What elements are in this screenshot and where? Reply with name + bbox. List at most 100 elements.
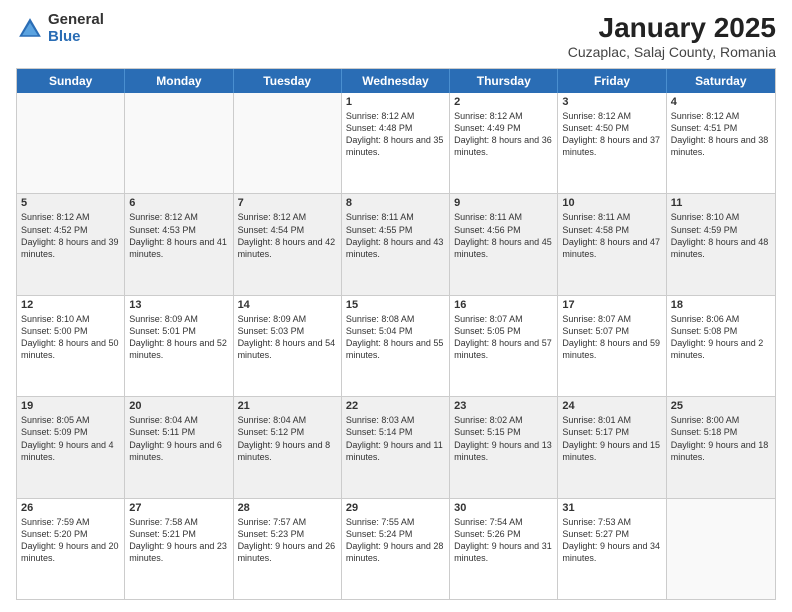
- cell-info: Sunrise: 8:11 AM Sunset: 4:55 PM Dayligh…: [346, 211, 445, 260]
- cell-info: Sunrise: 7:55 AM Sunset: 5:24 PM Dayligh…: [346, 516, 445, 565]
- calendar-week-4: 19 Sunrise: 8:05 AM Sunset: 5:09 PM Dayli…: [17, 397, 775, 498]
- cell-info: Sunrise: 7:57 AM Sunset: 5:23 PM Dayligh…: [238, 516, 337, 565]
- cell-info: Sunrise: 8:05 AM Sunset: 5:09 PM Dayligh…: [21, 414, 120, 463]
- calendar-cell: 13 Sunrise: 8:09 AM Sunset: 5:01 PM Dayli…: [125, 296, 233, 396]
- calendar-header-sunday: Sunday: [17, 69, 125, 93]
- calendar-header-tuesday: Tuesday: [234, 69, 342, 93]
- cell-info: Sunrise: 7:54 AM Sunset: 5:26 PM Dayligh…: [454, 516, 553, 565]
- day-number: 8: [346, 197, 445, 209]
- day-number: 16: [454, 299, 553, 311]
- day-number: 5: [21, 197, 120, 209]
- day-number: 22: [346, 400, 445, 412]
- day-number: 3: [562, 96, 661, 108]
- day-number: 12: [21, 299, 120, 311]
- cell-info: Sunrise: 8:12 AM Sunset: 4:52 PM Dayligh…: [21, 211, 120, 260]
- calendar-header: SundayMondayTuesdayWednesdayThursdayFrid…: [17, 69, 775, 93]
- calendar-cell: 21Sunrise: 8:04 AM Sunset: 5:12 PM Dayli…: [234, 397, 342, 497]
- cell-info: Sunrise: 8:12 AM Sunset: 4:48 PM Dayligh…: [346, 110, 445, 159]
- logo-blue-text: Blue: [48, 29, 104, 46]
- calendar-cell: 20 Sunrise: 8:04 AM Sunset: 5:11 PM Dayli…: [125, 397, 233, 497]
- cell-info: Sunrise: 8:07 AM Sunset: 5:07 PM Dayligh…: [562, 313, 661, 362]
- day-number: 14: [238, 299, 337, 311]
- day-number: 4: [671, 96, 771, 108]
- day-number: 21: [238, 400, 337, 412]
- day-number: 23: [454, 400, 553, 412]
- cell-info: Sunrise: 8:12 AM Sunset: 4:50 PM Dayligh…: [562, 110, 661, 159]
- calendar-cell: 10 Sunrise: 8:11 AM Sunset: 4:58 PM Dayli…: [558, 194, 666, 294]
- calendar-cell: 19 Sunrise: 8:05 AM Sunset: 5:09 PM Dayli…: [17, 397, 125, 497]
- header: General Blue January 2025 Cuzaplac, Sala…: [16, 12, 776, 60]
- calendar-cell: 29 Sunrise: 7:55 AM Sunset: 5:24 PM Dayli…: [342, 499, 450, 599]
- cell-info: Sunrise: 8:10 AM Sunset: 5:00 PM Dayligh…: [21, 313, 120, 362]
- calendar-week-2: 5 Sunrise: 8:12 AM Sunset: 4:52 PM Daylig…: [17, 194, 775, 295]
- cell-info: Sunrise: 8:09 AM Sunset: 5:03 PM Dayligh…: [238, 313, 337, 362]
- day-number: 25: [671, 400, 771, 412]
- day-number: 10: [562, 197, 661, 209]
- day-number: 18: [671, 299, 771, 311]
- day-number: 17: [562, 299, 661, 311]
- calendar-cell: 24 Sunrise: 8:01 AM Sunset: 5:17 PM Dayli…: [558, 397, 666, 497]
- calendar-cell: 23 Sunrise: 8:02 AM Sunset: 5:15 PM Dayli…: [450, 397, 558, 497]
- calendar-cell: 31 Sunrise: 7:53 AM Sunset: 5:27 PM Dayli…: [558, 499, 666, 599]
- day-number: 6: [129, 197, 228, 209]
- calendar-cell: [125, 93, 233, 193]
- day-number: 1: [346, 96, 445, 108]
- cell-info: Sunrise: 7:59 AM Sunset: 5:20 PM Dayligh…: [21, 516, 120, 565]
- day-number: 24: [562, 400, 661, 412]
- calendar-cell: 30 Sunrise: 7:54 AM Sunset: 5:26 PM Dayli…: [450, 499, 558, 599]
- calendar-cell: 26 Sunrise: 7:59 AM Sunset: 5:20 PM Dayli…: [17, 499, 125, 599]
- day-number: 26: [21, 502, 120, 514]
- page-title: January 2025: [568, 12, 776, 44]
- cell-info: Sunrise: 8:02 AM Sunset: 5:15 PM Dayligh…: [454, 414, 553, 463]
- cell-info: Sunrise: 7:58 AM Sunset: 5:21 PM Dayligh…: [129, 516, 228, 565]
- cell-info: Sunrise: 8:07 AM Sunset: 5:05 PM Dayligh…: [454, 313, 553, 362]
- day-number: 11: [671, 197, 771, 209]
- calendar-header-wednesday: Wednesday: [342, 69, 450, 93]
- day-number: 31: [562, 502, 661, 514]
- calendar-week-3: 12 Sunrise: 8:10 AM Sunset: 5:00 PM Dayli…: [17, 296, 775, 397]
- day-number: 20: [129, 400, 228, 412]
- calendar-cell: 11 Sunrise: 8:10 AM Sunset: 4:59 PM Dayli…: [667, 194, 775, 294]
- calendar-cell: 9 Sunrise: 8:11 AM Sunset: 4:56 PM Daylig…: [450, 194, 558, 294]
- calendar-cell: 18 Sunrise: 8:06 AM Sunset: 5:08 PM Dayli…: [667, 296, 775, 396]
- day-number: 9: [454, 197, 553, 209]
- cell-info: Sunrise: 8:04 AM Sunset: 5:11 PM Dayligh…: [129, 414, 228, 463]
- cell-info: Sunrise: 8:00 AM Sunset: 5:18 PM Dayligh…: [671, 414, 771, 463]
- calendar-header-friday: Friday: [558, 69, 666, 93]
- cell-info: Sunrise: 8:08 AM Sunset: 5:04 PM Dayligh…: [346, 313, 445, 362]
- calendar-cell: 6Sunrise: 8:12 AM Sunset: 4:53 PM Daylig…: [125, 194, 233, 294]
- calendar-cell: 16 Sunrise: 8:07 AM Sunset: 5:05 PM Dayli…: [450, 296, 558, 396]
- calendar-cell: 1 Sunrise: 8:12 AM Sunset: 4:48 PM Daylig…: [342, 93, 450, 193]
- calendar-cell: [234, 93, 342, 193]
- cell-info: Sunrise: 7:53 AM Sunset: 5:27 PM Dayligh…: [562, 516, 661, 565]
- calendar-cell: 2Sunrise: 8:12 AM Sunset: 4:49 PM Daylig…: [450, 93, 558, 193]
- day-number: 29: [346, 502, 445, 514]
- cell-info: Sunrise: 8:11 AM Sunset: 4:56 PM Dayligh…: [454, 211, 553, 260]
- cell-info: Sunrise: 8:09 AM Sunset: 5:01 PM Dayligh…: [129, 313, 228, 362]
- calendar-cell: 12 Sunrise: 8:10 AM Sunset: 5:00 PM Dayli…: [17, 296, 125, 396]
- cell-info: Sunrise: 8:06 AM Sunset: 5:08 PM Dayligh…: [671, 313, 771, 362]
- cell-info: Sunrise: 8:01 AM Sunset: 5:17 PM Dayligh…: [562, 414, 661, 463]
- page: General Blue January 2025 Cuzaplac, Sala…: [0, 0, 792, 612]
- calendar-cell: 8 Sunrise: 8:11 AM Sunset: 4:55 PM Daylig…: [342, 194, 450, 294]
- day-number: 7: [238, 197, 337, 209]
- day-number: 28: [238, 502, 337, 514]
- calendar-cell: [17, 93, 125, 193]
- day-number: 2: [454, 96, 553, 108]
- cell-info: Sunrise: 8:12 AM Sunset: 4:54 PM Dayligh…: [238, 211, 337, 260]
- calendar-cell: 25 Sunrise: 8:00 AM Sunset: 5:18 PM Dayli…: [667, 397, 775, 497]
- cell-info: Sunrise: 8:11 AM Sunset: 4:58 PM Dayligh…: [562, 211, 661, 260]
- calendar-cell: 15 Sunrise: 8:08 AM Sunset: 5:04 PM Dayli…: [342, 296, 450, 396]
- page-subtitle: Cuzaplac, Salaj County, Romania: [568, 44, 776, 60]
- day-number: 30: [454, 502, 553, 514]
- calendar: SundayMondayTuesdayWednesdayThursdayFrid…: [16, 68, 776, 600]
- logo-text: General Blue: [48, 12, 104, 45]
- day-number: 19: [21, 400, 120, 412]
- day-number: 15: [346, 299, 445, 311]
- day-number: 13: [129, 299, 228, 311]
- logo-icon: [16, 15, 44, 43]
- day-number: 27: [129, 502, 228, 514]
- cell-info: Sunrise: 8:10 AM Sunset: 4:59 PM Dayligh…: [671, 211, 771, 260]
- calendar-cell: 3 Sunrise: 8:12 AM Sunset: 4:50 PM Daylig…: [558, 93, 666, 193]
- title-block: January 2025 Cuzaplac, Salaj County, Rom…: [568, 12, 776, 60]
